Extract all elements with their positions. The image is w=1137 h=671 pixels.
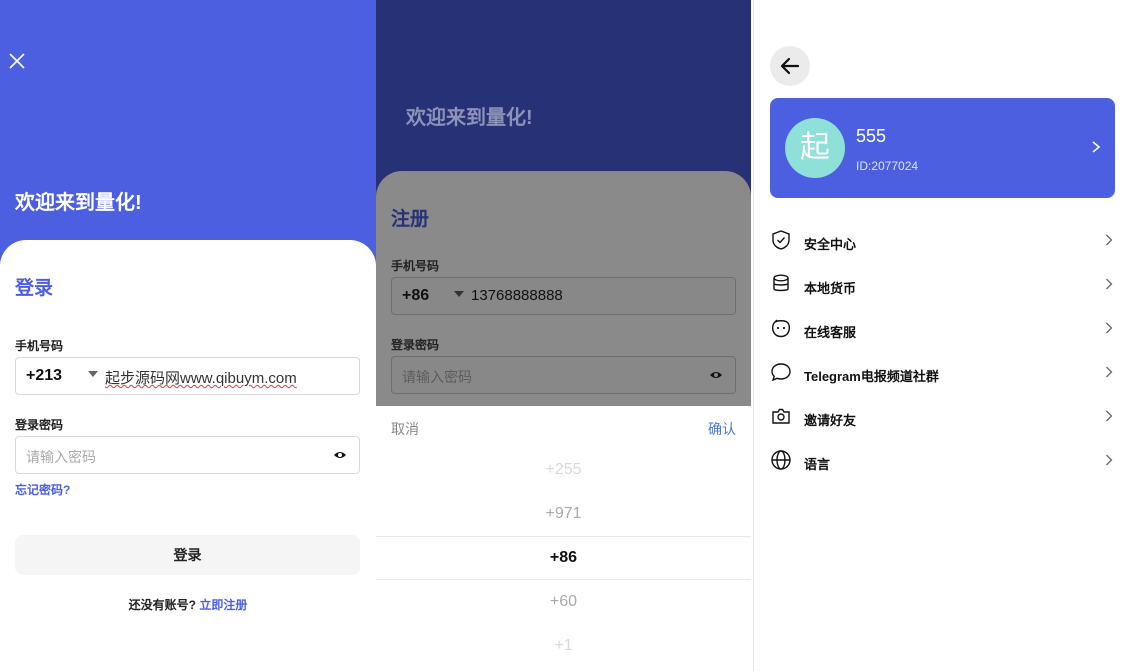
eye-icon[interactable] (333, 450, 347, 460)
phone-label: 手机号码 (391, 259, 440, 273)
no-account-text: 还没有账号? (128, 598, 196, 612)
picker-selection-line (376, 536, 751, 537)
register-screen: 欢迎来到量化! 注册 手机号码 +86 13768888888 登录密码 请输入… (376, 0, 751, 671)
chevron-right-icon (1106, 322, 1113, 334)
menu-item-security[interactable]: 安全中心 (770, 226, 1115, 256)
coins-icon (773, 274, 789, 292)
picker-option[interactable]: +1 (376, 637, 751, 655)
user-id: ID:2077024 (856, 159, 919, 173)
register-card: 注册 手机号码 +86 13768888888 登录密码 请输入密码 (376, 171, 751, 421)
password-field[interactable]: 请输入密码 (391, 356, 736, 394)
country-code-select[interactable]: +213 (26, 367, 62, 385)
picker-option[interactable]: +60 (376, 593, 751, 611)
close-icon[interactable] (8, 52, 26, 70)
no-account-row: 还没有账号? 立即注册 (0, 596, 376, 613)
profile-screen: 起 555 ID:2077024 安全中心 本地货币 在线客服 Telegram… (753, 0, 1130, 671)
username: 555 (856, 126, 887, 146)
welcome-heading: 欢迎来到量化! (406, 107, 533, 129)
menu-item-label: 语言 (804, 457, 831, 472)
login-title: 登录 (15, 278, 54, 299)
eye-icon[interactable] (709, 370, 723, 380)
user-card[interactable]: 起 555 ID:2077024 (770, 98, 1115, 198)
menu-item-language[interactable]: 语言 (770, 446, 1115, 476)
menu-item-invite[interactable]: 邀请好友 (770, 402, 1115, 432)
password-input[interactable]: 请输入密码 (402, 367, 472, 387)
picker-option[interactable]: +971 (376, 505, 751, 523)
menu-item-label: 本地货币 (804, 281, 857, 296)
register-title: 注册 (391, 209, 430, 230)
chat-icon (771, 363, 791, 382)
phone-field[interactable]: +213 起步源码网www.qibuym.com (15, 357, 360, 395)
back-button[interactable] (770, 46, 810, 86)
menu-item-currency[interactable]: 本地货币 (770, 270, 1115, 300)
login-button[interactable]: 登录 (15, 535, 360, 575)
country-code-picker: 取消 确认 +255 +971 +86 +60 +1 (376, 406, 751, 671)
service-icon (771, 319, 791, 338)
phone-input[interactable]: 13768888888 (471, 287, 563, 304)
picker-option-selected[interactable]: +86 (376, 549, 751, 567)
welcome-heading: 欢迎来到量化! (15, 192, 142, 214)
menu-item-label: 安全中心 (804, 237, 857, 252)
menu-item-label: Telegram电报频道社群 (804, 369, 939, 384)
shield-icon (772, 230, 790, 250)
invite-icon (772, 408, 790, 424)
heart-dropdown-icon (88, 371, 98, 377)
phone-field[interactable]: +86 13768888888 (391, 277, 736, 315)
register-link[interactable]: 立即注册 (199, 598, 247, 612)
picker-option[interactable]: +255 (376, 461, 751, 479)
heart-dropdown-icon (454, 291, 464, 297)
picker-selection-line (376, 579, 751, 580)
avatar: 起 (785, 118, 845, 178)
back-arrow-icon (780, 57, 800, 75)
picker-confirm-button[interactable]: 确认 (708, 419, 736, 439)
picker-cancel-button[interactable]: 取消 (391, 419, 419, 439)
password-label: 登录密码 (391, 338, 440, 352)
chevron-right-icon (1106, 454, 1113, 466)
login-screen: 欢迎来到量化! 登录 手机号码 +213 起步源码网www.qibuym.com… (0, 0, 376, 671)
chevron-right-icon (1106, 234, 1113, 246)
password-input[interactable]: 请输入密码 (26, 447, 96, 467)
login-card: 登录 手机号码 +213 起步源码网www.qibuym.com 登录密码 请输… (0, 240, 376, 671)
menu-item-label: 邀请好友 (804, 413, 857, 428)
chevron-right-icon (1092, 141, 1101, 153)
menu-item-label: 在线客服 (804, 325, 857, 340)
globe-icon (771, 450, 791, 470)
password-field[interactable]: 请输入密码 (15, 436, 360, 474)
password-label: 登录密码 (15, 418, 64, 432)
menu-item-telegram[interactable]: Telegram电报频道社群 (770, 358, 1115, 388)
chevron-right-icon (1106, 366, 1113, 378)
chevron-right-icon (1106, 278, 1113, 290)
country-code-select[interactable]: +86 (402, 287, 429, 305)
chevron-right-icon (1106, 410, 1113, 422)
forgot-password-link[interactable]: 忘记密码? (15, 481, 70, 498)
menu-item-support[interactable]: 在线客服 (770, 314, 1115, 344)
phone-label: 手机号码 (15, 339, 64, 353)
phone-input[interactable]: 起步源码网www.qibuym.com (105, 367, 297, 388)
